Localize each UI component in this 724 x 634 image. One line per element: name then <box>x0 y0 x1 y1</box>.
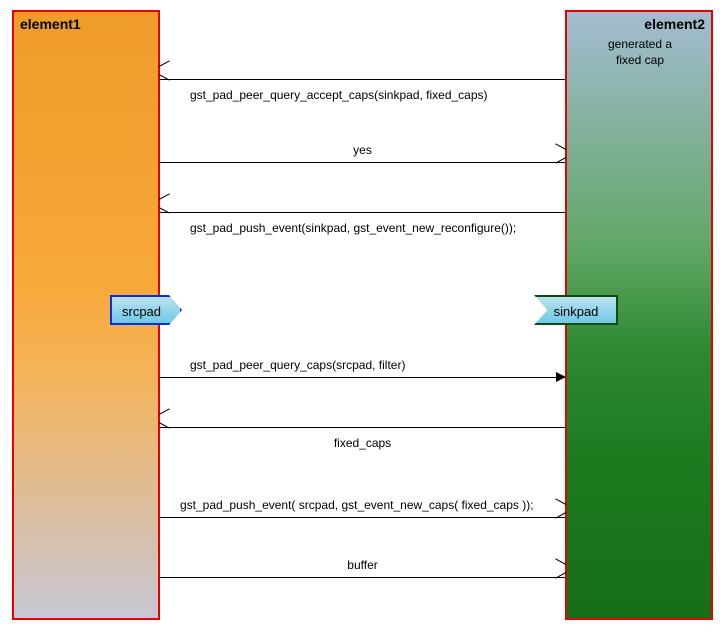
message-reconfigure: gst_pad_push_event(sinkpad, gst_event_ne… <box>160 185 565 213</box>
sequence-diagram: element1 element2 generated a fixed cap … <box>0 0 724 634</box>
arrowhead-right-icon <box>554 153 566 163</box>
message-accept-caps: gst_pad_peer_query_accept_caps(sinkpad, … <box>160 52 565 80</box>
message-yes: yes <box>160 135 565 163</box>
arrowhead-left-icon <box>159 70 171 80</box>
arrow-line <box>160 79 565 80</box>
pad-sinkpad: sinkpad <box>534 295 618 325</box>
arrow-line <box>160 517 565 518</box>
arrowhead-right-filled-icon <box>556 372 566 382</box>
arrowhead-left-icon <box>159 203 171 213</box>
message-label: gst_pad_peer_query_accept_caps(sinkpad, … <box>190 88 488 102</box>
message-label: gst_pad_push_event( srcpad, gst_event_ne… <box>180 498 534 512</box>
arrow-line <box>160 377 565 378</box>
message-buffer: buffer <box>160 550 565 578</box>
arrowhead-right-icon <box>554 568 566 578</box>
message-query-caps: gst_pad_peer_query_caps(srcpad, filter) <box>160 350 565 378</box>
message-new-caps: gst_pad_push_event( srcpad, gst_event_ne… <box>160 490 565 518</box>
arrowhead-left-icon <box>159 418 171 428</box>
message-label: yes <box>160 143 565 157</box>
arrow-line <box>160 212 565 213</box>
message-fixed-caps: fixed_caps <box>160 400 565 428</box>
arrowhead-right-icon <box>554 508 566 518</box>
lifeline-title-left: element1 <box>20 16 81 32</box>
message-label: fixed_caps <box>160 436 565 450</box>
arrow-line <box>160 577 565 578</box>
pad-src-label: srcpad <box>122 304 161 319</box>
note-generated-fixed-cap: generated a fixed cap <box>586 36 694 68</box>
message-label: gst_pad_push_event(sinkpad, gst_event_ne… <box>190 221 516 235</box>
arrow-line <box>160 427 565 428</box>
pad-srcpad: srcpad <box>110 295 182 325</box>
message-label: buffer <box>160 558 565 572</box>
note-line1: generated a <box>608 37 672 51</box>
note-line2: fixed cap <box>616 53 664 67</box>
lifeline-title-right: element2 <box>644 16 705 32</box>
arrow-line <box>160 162 565 163</box>
message-label: gst_pad_peer_query_caps(srcpad, filter) <box>190 358 405 372</box>
pad-sink-label: sinkpad <box>554 304 599 319</box>
